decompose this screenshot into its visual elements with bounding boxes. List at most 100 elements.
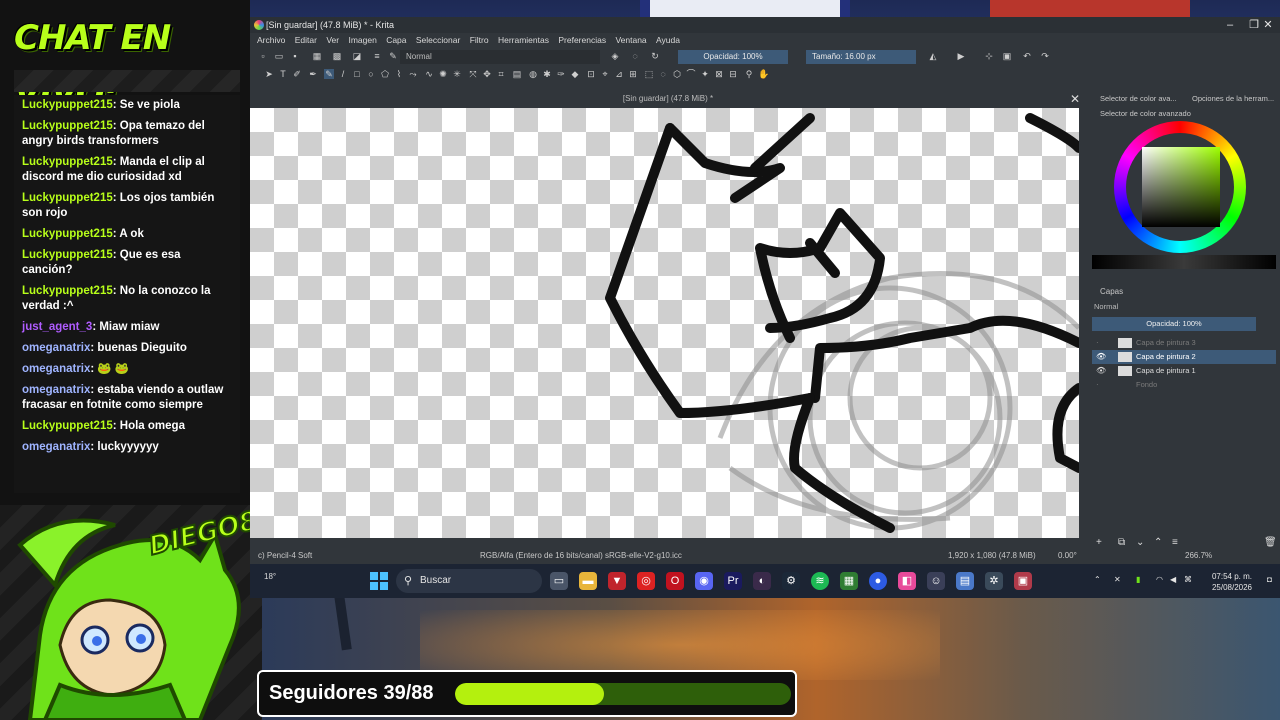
menu-ventana[interactable]: Ventana: [615, 33, 646, 47]
menu-ayuda[interactable]: Ayuda: [656, 33, 680, 47]
ellipse-select-icon[interactable]: ◌: [658, 69, 668, 79]
pattern-icon[interactable]: ▩: [332, 51, 342, 61]
redo-icon[interactable]: ↷: [1040, 51, 1050, 61]
tab-color-selector[interactable]: Selector de color ava...: [1100, 91, 1177, 107]
polyline-tool-icon[interactable]: ⌇: [394, 69, 404, 79]
menu-preferencias[interactable]: Preferencias: [558, 33, 606, 47]
chat-username[interactable]: Luckypuppet215: [22, 156, 113, 168]
krita-window[interactable]: [Sin guardar] (47.8 MiB) * - Krita – ❐ ✕…: [250, 17, 1280, 564]
opera-icon[interactable]: O: [666, 572, 684, 590]
premiere-icon[interactable]: Pr: [724, 572, 742, 590]
menu-herramientas[interactable]: Herramientas: [498, 33, 549, 47]
rect-select-icon[interactable]: ⬚: [644, 69, 654, 79]
mirror-vertical-icon[interactable]: ▶: [956, 51, 966, 61]
chat-username[interactable]: Luckypuppet215: [22, 120, 113, 132]
saturation-value-square[interactable]: [1142, 147, 1220, 227]
chat-username[interactable]: Luckypuppet215: [22, 249, 113, 261]
gradient-icon[interactable]: ▦: [312, 51, 322, 61]
bezier-select-icon[interactable]: ⊟: [728, 69, 738, 79]
line-tool-icon[interactable]: /: [338, 69, 348, 79]
colorize-mask-icon[interactable]: ◍: [528, 69, 538, 79]
opacity-slider[interactable]: Opacidad: 100%: [678, 50, 788, 64]
chat-username[interactable]: Luckypuppet215: [22, 420, 113, 432]
save-icon[interactable]: ▪: [290, 51, 300, 61]
zoom-level[interactable]: 266.7%: [1185, 547, 1212, 564]
layer-row[interactable]: · Capa de pintura 3: [1092, 336, 1276, 350]
multibrush-icon[interactable]: ✳: [452, 69, 462, 79]
transform-tool-icon[interactable]: ⤧: [468, 69, 478, 79]
title-bar[interactable]: [Sin guardar] (47.8 MiB) * - Krita – ❐ ✕: [250, 17, 1280, 33]
menu-imagen[interactable]: Imagen: [348, 33, 376, 47]
move-tool-icon[interactable]: ✥: [482, 69, 492, 79]
layer-blend-select[interactable]: Normal: [1092, 301, 1276, 313]
steam-icon[interactable]: ⚙: [782, 572, 800, 590]
obs-icon[interactable]: ●: [869, 572, 887, 590]
mirror-horizontal-icon[interactable]: ◭: [928, 51, 938, 61]
freehand-select-icon[interactable]: ⌒: [686, 69, 696, 79]
volume-icon[interactable]: ◀: [1170, 575, 1176, 584]
app-icon-store[interactable]: ▤: [956, 572, 974, 590]
notification-icon[interactable]: ◘: [1267, 575, 1272, 584]
color-picker-icon[interactable]: ✑: [556, 69, 566, 79]
rectangle-tool-icon[interactable]: □: [352, 69, 362, 79]
calligraphy-icon[interactable]: ✒: [308, 69, 318, 79]
krita-taskbar-icon[interactable]: ◐: [753, 572, 771, 590]
app-icon-face[interactable]: ☺: [927, 572, 945, 590]
reference-tool-icon[interactable]: ⊞: [628, 69, 638, 79]
measure-tool-icon[interactable]: ⊿: [614, 69, 624, 79]
menu-editar[interactable]: Editar: [295, 33, 317, 47]
wifi-icon[interactable]: ◠: [1156, 575, 1163, 584]
eraser-icon[interactable]: ◈: [610, 51, 620, 61]
freehand-path-icon[interactable]: ∿: [424, 69, 434, 79]
close-document-icon[interactable]: ✕: [1070, 91, 1080, 107]
controller-icon[interactable]: ⌘: [1184, 575, 1192, 584]
color-history-strip[interactable]: [1092, 255, 1276, 269]
taskbar-clock[interactable]: 07:54 p. m. 25/08/2026: [1212, 571, 1252, 593]
color-swap-icon[interactable]: ◪: [352, 51, 362, 61]
chat-username[interactable]: Luckypuppet215: [22, 99, 113, 111]
new-document-icon[interactable]: ▫: [258, 51, 268, 61]
task-view-icon[interactable]: ▭: [550, 572, 568, 590]
chat-username[interactable]: omeganatrix: [22, 384, 90, 396]
layer-row-active[interactable]: 👁 Capa de pintura 2: [1092, 350, 1276, 364]
zoom-tool-icon[interactable]: ⚲: [744, 69, 754, 79]
menu-filtro[interactable]: Filtro: [470, 33, 489, 47]
select-tool-icon[interactable]: ➤: [264, 69, 274, 79]
polygon-tool-icon[interactable]: ⬠: [380, 69, 390, 79]
layer-row[interactable]: · Fondo: [1092, 378, 1276, 392]
tray-app-icon[interactable]: ✕: [1114, 575, 1121, 584]
mic-icon[interactable]: ▮: [1136, 575, 1140, 584]
smart-patch-icon[interactable]: ✱: [542, 69, 552, 79]
canvas-only-icon[interactable]: ▣: [1002, 51, 1012, 61]
chat-username[interactable]: Luckypuppet215: [22, 228, 113, 240]
document-tab[interactable]: [Sin guardar] (47.8 MiB) * ✕: [250, 91, 1086, 107]
taskbar-search[interactable]: ⚲ Buscar: [396, 569, 542, 593]
chat-username[interactable]: omeganatrix: [22, 342, 90, 354]
wrap-icon[interactable]: ⊹: [984, 51, 994, 61]
start-button[interactable]: [370, 572, 388, 590]
chat-username[interactable]: omeganatrix: [22, 363, 90, 375]
layer-row[interactable]: 👁 Capa de pintura 1: [1092, 364, 1276, 378]
fill-tool-icon[interactable]: ◆: [570, 69, 580, 79]
weather-widget[interactable]: 18°: [264, 572, 276, 581]
minimize-icon[interactable]: –: [1218, 17, 1242, 33]
dynamic-brush-icon[interactable]: ✺: [438, 69, 448, 79]
magic-wand-icon[interactable]: ✦: [700, 69, 710, 79]
close-icon[interactable]: ✕: [1256, 17, 1280, 33]
size-slider[interactable]: Tamaño: 16.00 px: [806, 50, 916, 64]
menu-ver[interactable]: Ver: [326, 33, 339, 47]
reload-preset-icon[interactable]: ↻: [650, 51, 660, 61]
polygon-select-icon[interactable]: ⬡: [672, 69, 682, 79]
menu-seleccionar[interactable]: Seleccionar: [416, 33, 460, 47]
file-explorer-icon[interactable]: ▬: [579, 572, 597, 590]
brush-preset-icon[interactable]: ✎: [388, 51, 398, 61]
chat-username[interactable]: Luckypuppet215: [22, 285, 113, 297]
app-icon-last[interactable]: ▣: [1014, 572, 1032, 590]
app-icon-spiral[interactable]: ◎: [637, 572, 655, 590]
tray-expand-icon[interactable]: ⌃: [1094, 575, 1101, 584]
edit-shape-icon[interactable]: ✐: [292, 69, 302, 79]
alpha-lock-icon[interactable]: ◌: [630, 51, 640, 61]
eye-icon[interactable]: 👁: [1096, 350, 1106, 364]
app-icon-pink[interactable]: ◧: [898, 572, 916, 590]
app-icon-gear[interactable]: ✲: [985, 572, 1003, 590]
